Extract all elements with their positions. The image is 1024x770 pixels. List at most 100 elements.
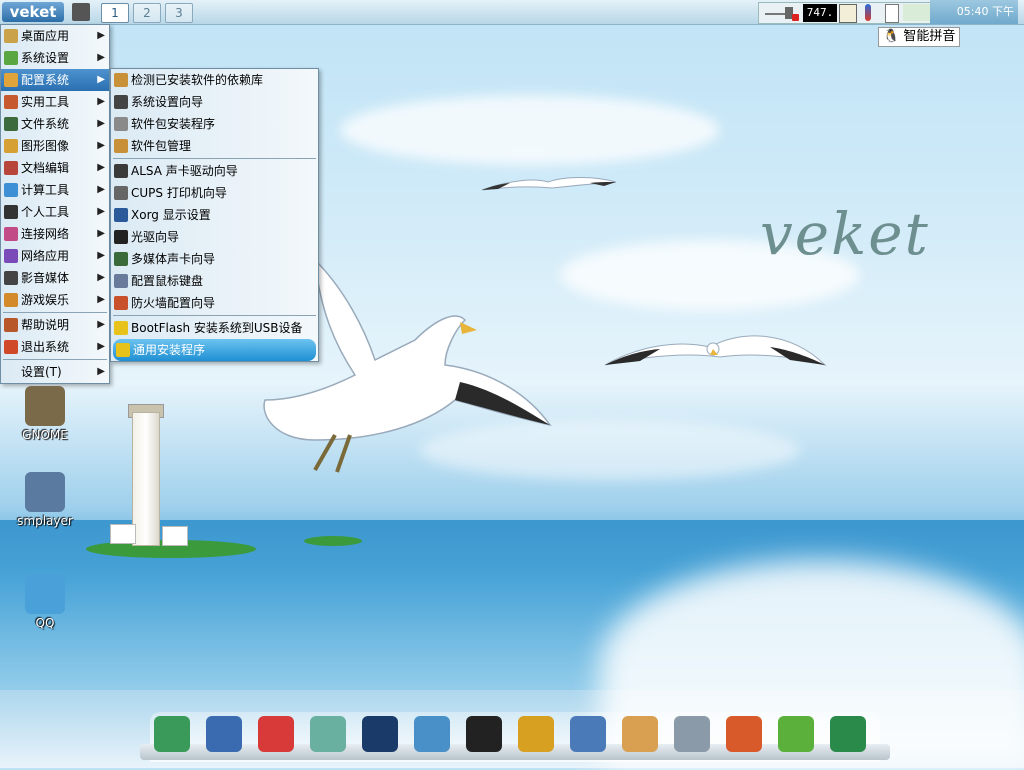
keyboard-mouse-icon [114, 274, 128, 288]
submenu-item-label: 光驱向导 [131, 230, 180, 244]
desktop-icon-qq[interactable]: QQ [10, 574, 80, 630]
menu-item-config-system[interactable]: 配置系统 ▶ [1, 69, 109, 91]
battery-icon[interactable] [885, 4, 899, 23]
media-player-icon[interactable] [362, 716, 398, 752]
menu-item-system-settings[interactable]: 系统设置 ▶ [1, 47, 109, 69]
presentation-icon[interactable] [570, 716, 606, 752]
submenu-arrow-icon: ▶ [97, 52, 105, 63]
lighthouse [132, 412, 160, 546]
games-icon [4, 293, 18, 307]
paint-palette-icon[interactable] [622, 716, 658, 752]
clock[interactable]: 05:40 下午 [930, 0, 1018, 24]
menu-item-network-connect[interactable]: 连接网络 ▶ [1, 223, 109, 245]
text-editor-icon[interactable] [310, 716, 346, 752]
menu-item-label: 游戏娱乐 [21, 293, 70, 307]
submenu-arrow-icon: ▶ [97, 118, 105, 129]
help-icon [4, 318, 18, 332]
submenu-item-sound-driver[interactable]: ALSA 声卡驱动向导 [111, 160, 318, 182]
menu-item-document-edit[interactable]: 文档编辑 ▶ [1, 157, 109, 179]
submenu-item-lightning[interactable]: BootFlash 安装系统到USB设备 [111, 317, 318, 339]
submenu-item-firewall[interactable]: 防火墙配置向导 [111, 292, 318, 314]
submenu-item-printer[interactable]: CUPS 打印机向导 [111, 182, 318, 204]
menu-separator [3, 359, 107, 360]
show-desktop-icon[interactable] [72, 3, 90, 21]
menu-item-personal-tools[interactable]: 个人工具 ▶ [1, 201, 109, 223]
messenger-icon[interactable] [414, 716, 450, 752]
desktop-icon-gnome[interactable]: GNOME [10, 386, 80, 442]
desktop-icon-label: GNOME [22, 428, 68, 442]
submenu-item-cdrom[interactable]: 光驱向导 [111, 226, 318, 248]
submenu-arrow-icon: ▶ [97, 341, 105, 352]
system-tray: 747. [758, 2, 934, 24]
calendar-icon[interactable] [726, 716, 762, 752]
ime-indicator[interactable]: 🐧 智能拼音 [878, 27, 961, 47]
menu-item-label: 配置系统 [21, 73, 70, 87]
help-question-icon[interactable] [778, 716, 814, 752]
submenu-item-label: 配置鼠标键盘 [131, 274, 204, 288]
submenu-arrow-icon: ▶ [97, 184, 105, 195]
graphics-icon [4, 139, 18, 153]
submenu-item-package-manager[interactable]: 软件包管理 [111, 135, 318, 157]
submenu-item-lightning[interactable]: 通用安装程序 [113, 339, 316, 361]
menu-item-desktop-app[interactable]: 桌面应用 ▶ [1, 25, 109, 47]
submenu-arrow-icon: ▶ [97, 250, 105, 261]
clipboard-icon[interactable] [839, 4, 857, 23]
submenu-arrow-icon: ▶ [97, 294, 105, 305]
settings-wizard-icon [114, 95, 128, 109]
config-system-icon [4, 73, 18, 87]
menu-item-label: 文档编辑 [21, 161, 70, 175]
notebook-icon[interactable] [518, 716, 554, 752]
menu-item-filesystem[interactable]: 文件系统 ▶ [1, 113, 109, 135]
camera-icon[interactable] [830, 716, 866, 752]
menu-item-media[interactable]: 影音媒体 ▶ [1, 267, 109, 289]
menu-item-network-app[interactable]: 网络应用 ▶ [1, 245, 109, 267]
submenu-item-dependency-check[interactable]: 检测已安装软件的依赖库 [111, 69, 318, 91]
submenu-item-settings-wizard[interactable]: 系统设置向导 [111, 91, 318, 113]
volume-muted-icon[interactable] [785, 5, 799, 21]
submenu-item-label: 通用安装程序 [133, 343, 206, 357]
menu-item-exit[interactable]: 退出系统 ▶ [1, 336, 109, 358]
firewall-icon [114, 296, 128, 310]
submenu-item-package-installer[interactable]: 软件包安装程序 [111, 113, 318, 135]
usb-drive-icon[interactable] [674, 716, 710, 752]
menu-item-help[interactable]: 帮助说明 ▶ [1, 314, 109, 336]
filesystem-icon [4, 117, 18, 131]
multimedia-sound-icon [114, 252, 128, 266]
menu-item-label: 实用工具 [21, 95, 70, 109]
workspace-3[interactable]: 3 [165, 3, 193, 23]
document-edit-icon [4, 161, 18, 175]
system-settings-icon [4, 51, 18, 65]
main-menu: 桌面应用 ▶ 系统设置 ▶ 配置系统 ▶ 实用工具 ▶ 文件系统 ▶ 图形图像 ▶ 文档编辑 ▶ 计算工具 ▶… [0, 24, 110, 384]
monitor-icon[interactable] [206, 716, 242, 752]
submenu-item-label: 软件包管理 [131, 139, 192, 153]
workspace-1[interactable]: 1 [101, 3, 129, 23]
house [162, 526, 188, 546]
workspace-2[interactable]: 2 [133, 3, 161, 23]
package-manager-icon [114, 139, 128, 153]
menu-item-utilities[interactable]: 实用工具 ▶ [1, 91, 109, 113]
network-icon[interactable] [765, 6, 785, 20]
penguin-icon[interactable] [466, 716, 502, 752]
gnome-icon [25, 386, 65, 426]
start-menu-button[interactable]: veket [2, 2, 64, 22]
submenu-arrow-icon: ▶ [97, 228, 105, 239]
menu-item-calculator[interactable]: 计算工具 ▶ [1, 179, 109, 201]
submenu-arrow-icon: ▶ [97, 206, 105, 217]
submenu-item-multimedia-sound[interactable]: 多媒体声卡向导 [111, 248, 318, 270]
qq-icon [25, 574, 65, 614]
cdrom-icon [114, 230, 128, 244]
menu-item-graphics[interactable]: 图形图像 ▶ [1, 135, 109, 157]
pet-icon[interactable] [258, 716, 294, 752]
submenu-arrow-icon: ▶ [97, 140, 105, 151]
menu-separator [113, 315, 316, 316]
submenu-item-display[interactable]: Xorg 显示设置 [111, 204, 318, 226]
desktop-icon-label: smplayer [17, 514, 73, 528]
menu-item-settings[interactable]: 设置(T) ▶ [1, 361, 109, 383]
lightning-icon [116, 343, 130, 357]
submenu-item-keyboard-mouse[interactable]: 配置鼠标键盘 [111, 270, 318, 292]
folder-icon[interactable] [154, 716, 190, 752]
personal-tools-icon [4, 205, 18, 219]
display-icon [114, 208, 128, 222]
desktop-icon-smplayer[interactable]: smplayer [10, 472, 80, 528]
menu-item-games[interactable]: 游戏娱乐 ▶ [1, 289, 109, 311]
